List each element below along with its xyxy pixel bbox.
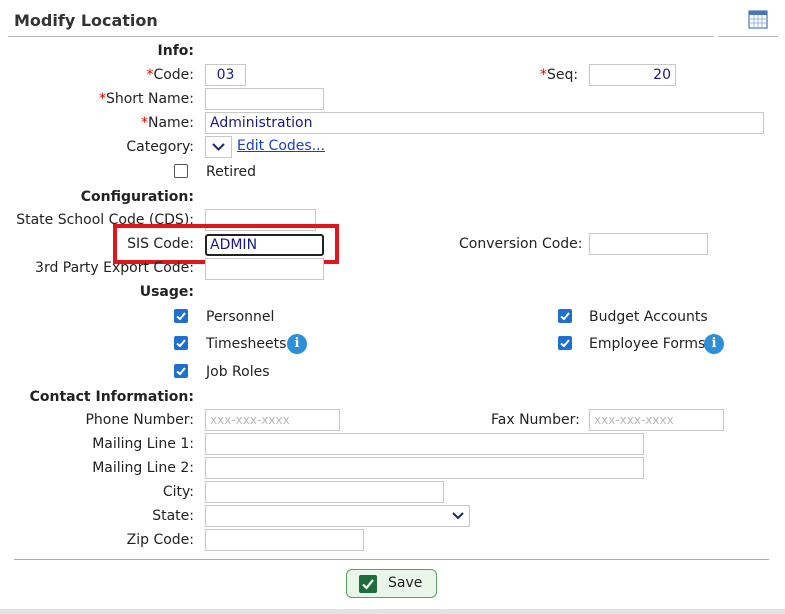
configuration-section-heading: Configuration:	[80, 189, 194, 205]
retired-label: Retired	[206, 164, 257, 180]
conversion-code-input[interactable]	[589, 233, 708, 255]
employee-forms-info-icon[interactable]: i	[704, 334, 724, 354]
employee-forms-label: Employee Forms	[589, 336, 706, 352]
save-button[interactable]: Save	[346, 569, 437, 598]
timesheets-info-icon[interactable]: i	[287, 334, 307, 354]
calendar-icon[interactable]	[748, 9, 768, 29]
phone-number-label: Phone Number:	[85, 412, 194, 428]
code-input[interactable]: 03	[205, 64, 246, 86]
checkmark-icon	[560, 312, 570, 321]
personnel-checkbox[interactable]	[174, 309, 188, 323]
fax-number-label: Fax Number:	[491, 412, 580, 428]
checkmark-icon	[176, 312, 186, 321]
category-label: Category:	[126, 139, 194, 155]
conversion-code-label: Conversion Code:	[459, 236, 583, 252]
job-roles-checkbox[interactable]	[174, 364, 188, 378]
seq-input[interactable]: 20	[589, 64, 676, 86]
footer-divider	[14, 559, 769, 560]
state-select[interactable]	[205, 505, 470, 527]
chevron-down-icon	[452, 512, 464, 520]
bottom-edge	[0, 609, 785, 614]
save-button-label: Save	[388, 575, 423, 591]
name-input[interactable]: Administration	[205, 112, 764, 134]
edit-codes-link[interactable]: Edit Codes...	[237, 138, 325, 154]
third-party-export-code-input[interactable]	[205, 258, 324, 280]
retired-checkbox[interactable]	[174, 164, 188, 178]
city-label: City:	[162, 484, 194, 500]
personnel-label: Personnel	[206, 309, 275, 325]
contact-section-heading: Contact Information:	[29, 389, 194, 405]
state-label: State:	[152, 508, 194, 524]
short-name-input[interactable]	[205, 88, 324, 110]
mailing-line-1-input[interactable]	[205, 433, 644, 455]
phone-number-input[interactable]: xxx-xxx-xxxx	[205, 409, 340, 431]
check-icon	[359, 575, 377, 593]
budget-accounts-label: Budget Accounts	[589, 309, 708, 325]
category-select[interactable]	[205, 136, 232, 158]
code-label: *Code:	[146, 67, 194, 83]
usage-section-heading: Usage:	[139, 284, 194, 300]
chevron-down-icon	[212, 143, 225, 151]
job-roles-label: Job Roles	[206, 364, 270, 380]
header-divider	[8, 36, 714, 37]
header-divider-right	[718, 36, 778, 37]
short-name-label: *Short Name:	[98, 91, 194, 107]
timesheets-checkbox[interactable]	[174, 336, 188, 350]
info-section-heading: Info:	[157, 43, 194, 59]
checkmark-icon	[560, 339, 570, 348]
fax-number-input[interactable]: xxx-xxx-xxxx	[589, 409, 724, 431]
seq-label: *Seq:	[540, 67, 579, 83]
budget-accounts-checkbox[interactable]	[558, 309, 572, 323]
city-input[interactable]	[205, 481, 444, 503]
employee-forms-checkbox[interactable]	[558, 336, 572, 350]
mailing-line-1-label: Mailing Line 1:	[92, 436, 194, 452]
third-party-export-code-label: 3rd Party Export Code:	[35, 260, 194, 276]
name-label: *Name:	[140, 115, 194, 131]
mailing-line-2-label: Mailing Line 2:	[92, 460, 194, 476]
mailing-line-2-input[interactable]	[205, 457, 644, 479]
zip-code-input[interactable]	[205, 529, 364, 551]
zip-code-label: Zip Code:	[126, 532, 194, 548]
page-title: Modify Location	[14, 11, 158, 30]
checkmark-icon	[176, 367, 186, 376]
checkmark-icon	[176, 339, 186, 348]
timesheets-label: Timesheets	[206, 336, 287, 352]
